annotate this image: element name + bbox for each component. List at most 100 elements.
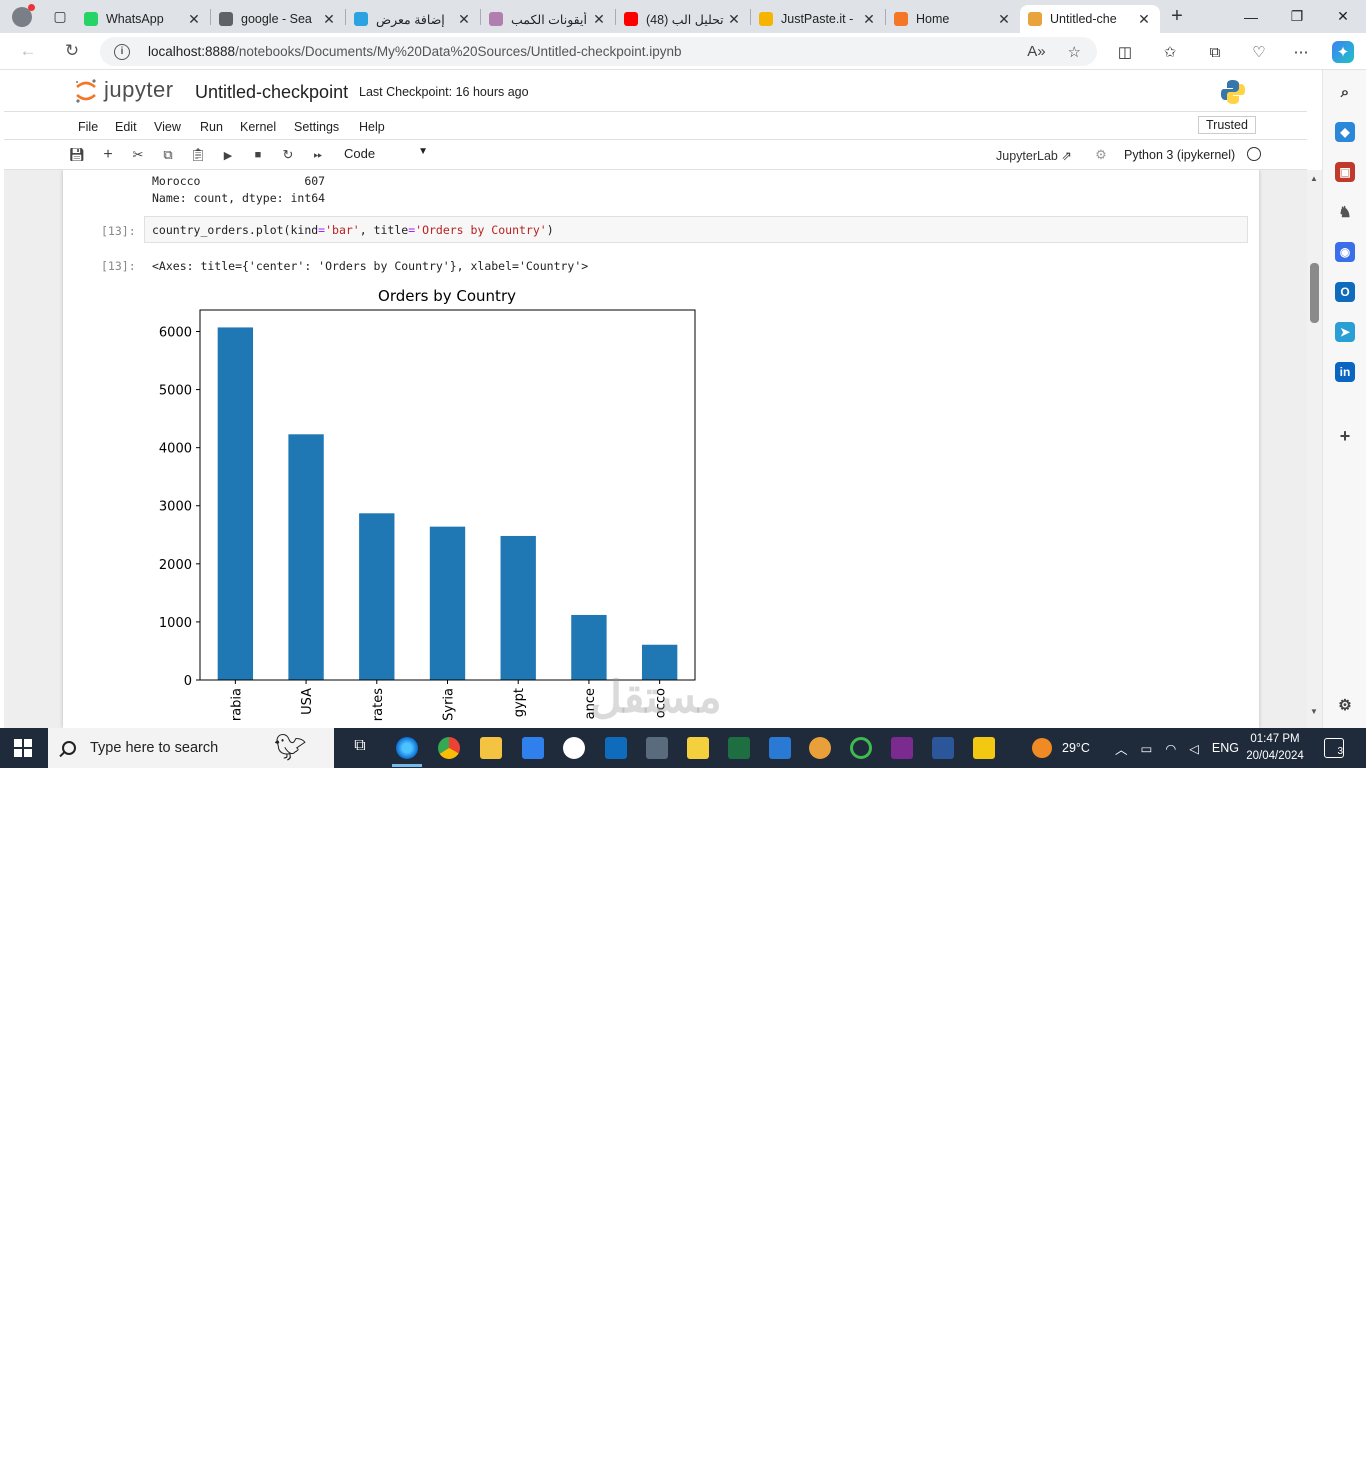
search-icon[interactable]: ⌕ xyxy=(1335,82,1355,102)
taskbar-clock[interactable]: 01:47 PM 20/04/2024 xyxy=(1243,731,1307,765)
browser-tab[interactable]: (48) تحليل الب ✕ xyxy=(616,5,750,33)
refresh-app-icon[interactable] xyxy=(850,737,872,759)
chess-icon[interactable]: ♞ xyxy=(1335,202,1355,222)
browser-essentials-icon[interactable]: ♡ xyxy=(1248,41,1270,63)
calculator-icon[interactable] xyxy=(646,737,668,759)
split-screen-icon[interactable]: ◫ xyxy=(1114,41,1136,63)
kernel-name[interactable]: Python 3 (ipykernel) xyxy=(1124,148,1235,162)
windows-start-icon[interactable] xyxy=(14,739,32,757)
jupyter-wordmark[interactable]: jupyter xyxy=(104,77,174,103)
file-explorer-icon[interactable] xyxy=(480,737,502,759)
toolbox-icon[interactable]: ▣ xyxy=(1335,162,1355,182)
close-tab-icon[interactable]: ✕ xyxy=(1136,11,1152,28)
store-icon[interactable] xyxy=(522,737,544,759)
scroll-thumb[interactable] xyxy=(1310,263,1319,323)
close-window-button[interactable]: ✕ xyxy=(1320,0,1366,33)
restart-icon[interactable]: ↻ xyxy=(279,146,297,164)
kernel-settings-icon[interactable]: ⚙ xyxy=(1092,146,1110,164)
outlook-taskbar-icon[interactable] xyxy=(605,737,627,759)
edge-taskbar-icon[interactable] xyxy=(396,737,418,759)
power-bi-icon[interactable] xyxy=(973,737,995,759)
back-button[interactable]: ← xyxy=(14,39,42,63)
pdf-app-icon[interactable] xyxy=(891,737,913,759)
paint-icon[interactable] xyxy=(809,737,831,759)
close-tab-icon[interactable]: ✕ xyxy=(996,11,1012,28)
menu-edit[interactable]: Edit xyxy=(115,120,137,134)
copy-icon[interactable]: ⧉ xyxy=(159,146,177,164)
menu-view[interactable]: View xyxy=(154,120,181,134)
paste-icon[interactable]: 📋︎ xyxy=(189,146,207,164)
copilot-icon[interactable]: ✦ xyxy=(1332,41,1354,63)
excel-icon[interactable] xyxy=(728,737,750,759)
menu-run[interactable]: Run xyxy=(200,120,223,134)
taskbar-search[interactable]: Type here to search 🐦︎ xyxy=(48,728,334,768)
browser-tab[interactable]: إضافة معرض ✕ xyxy=(346,5,480,33)
volume-icon[interactable]: ◁ xyxy=(1189,741,1199,756)
tag-icon[interactable]: ◆ xyxy=(1335,122,1355,142)
browser-tab[interactable]: google - Sea ✕ xyxy=(211,5,345,33)
close-tab-icon[interactable]: ✕ xyxy=(186,11,202,28)
run-icon[interactable]: ▶ xyxy=(219,146,237,164)
chrome-taskbar-icon[interactable] xyxy=(438,737,460,759)
notebook-title[interactable]: Untitled-checkpoint xyxy=(195,82,348,103)
wifi-icon[interactable]: ◠ xyxy=(1165,741,1176,756)
minimize-button[interactable]: — xyxy=(1228,0,1274,33)
menu-kernel[interactable]: Kernel xyxy=(240,120,276,134)
jupyterlab-link[interactable]: JupyterLab ⇗ xyxy=(996,148,1072,163)
close-tab-icon[interactable]: ✕ xyxy=(726,11,742,28)
close-tab-icon[interactable]: ✕ xyxy=(456,11,472,28)
refresh-button[interactable]: ↻ xyxy=(58,39,86,63)
site-info-icon[interactable]: i xyxy=(114,43,130,60)
menu-file[interactable]: File xyxy=(78,120,98,134)
scroll-down-icon[interactable]: ▼ xyxy=(1310,707,1318,716)
browser-tab[interactable]: WhatsApp ✕ xyxy=(76,5,210,33)
scroll-up-icon[interactable]: ▲ xyxy=(1310,174,1318,183)
save-icon[interactable]: 💾︎ xyxy=(68,146,86,164)
word-icon[interactable] xyxy=(932,737,954,759)
close-tab-icon[interactable]: ✕ xyxy=(861,11,877,28)
browser-tab[interactable]: أيقونات الكمب ✕ xyxy=(481,5,615,33)
office-icon[interactable]: ◉ xyxy=(1335,242,1355,262)
sticky-notes-icon[interactable] xyxy=(687,737,709,759)
restore-button[interactable]: ❐ xyxy=(1274,0,1320,33)
restart-run-all-icon[interactable]: ⏩︎ xyxy=(309,146,327,164)
task-view-icon[interactable]: ⧉ xyxy=(349,737,371,759)
outlook-icon[interactable]: O xyxy=(1335,282,1355,302)
chevron-up-icon[interactable]: ︿ xyxy=(1115,739,1128,758)
more-menu-icon[interactable]: ⋯ xyxy=(1290,41,1312,63)
add-sidebar-app-icon[interactable]: + xyxy=(1335,426,1355,446)
insert-cell-icon[interactable]: + xyxy=(99,146,117,164)
interrupt-icon[interactable]: ■ xyxy=(249,146,267,164)
collections-icon[interactable]: ⧉ xyxy=(1204,41,1226,63)
linkedin-icon[interactable]: in xyxy=(1335,362,1355,382)
close-tab-icon[interactable]: ✕ xyxy=(591,11,607,28)
trusted-indicator[interactable]: Trusted xyxy=(1198,116,1256,134)
cut-icon[interactable]: ✂ xyxy=(129,146,147,164)
tab-actions-icon[interactable]: ▢ xyxy=(44,0,76,33)
language-indicator[interactable]: ENG xyxy=(1212,741,1239,755)
browser-tab[interactable]: Untitled-che ✕ xyxy=(1020,5,1160,33)
new-tab-button[interactable]: + xyxy=(1160,5,1194,28)
battery-icon[interactable]: ▭ xyxy=(1141,741,1153,756)
weather-temp[interactable]: 29°C xyxy=(1062,741,1090,755)
cell-type-select[interactable]: Code ▼ xyxy=(344,146,428,161)
send-icon[interactable]: ➤ xyxy=(1335,322,1355,342)
profile-button[interactable] xyxy=(0,0,44,33)
read-aloud-icon[interactable]: A» xyxy=(1027,43,1045,61)
code-token: ) xyxy=(546,223,554,237)
whatsapp-taskbar-icon[interactable] xyxy=(563,737,585,759)
weather-icon[interactable] xyxy=(1032,738,1052,758)
menu-settings[interactable]: Settings xyxy=(294,120,339,134)
favorites-icon[interactable]: ✩ xyxy=(1159,41,1181,63)
browser-tab[interactable]: JustPaste.it - ✕ xyxy=(751,5,885,33)
notification-center-icon[interactable]: 3 xyxy=(1324,738,1344,758)
menu-help[interactable]: Help xyxy=(359,120,385,134)
browser-tab[interactable]: Home ✕ xyxy=(886,5,1020,33)
notebook-scrollbar[interactable]: ▲ ▼ xyxy=(1307,170,1322,728)
url-field[interactable]: i localhost:8888/notebooks/Documents/My%… xyxy=(100,37,1097,66)
mail-icon[interactable] xyxy=(769,737,791,759)
favorite-star-icon[interactable]: ☆ xyxy=(1068,43,1081,61)
code-cell-input[interactable]: country_orders.plot(kind='bar', title='O… xyxy=(144,216,1248,243)
sidebar-settings-icon[interactable]: ⚙ xyxy=(1335,695,1355,715)
close-tab-icon[interactable]: ✕ xyxy=(321,11,337,28)
